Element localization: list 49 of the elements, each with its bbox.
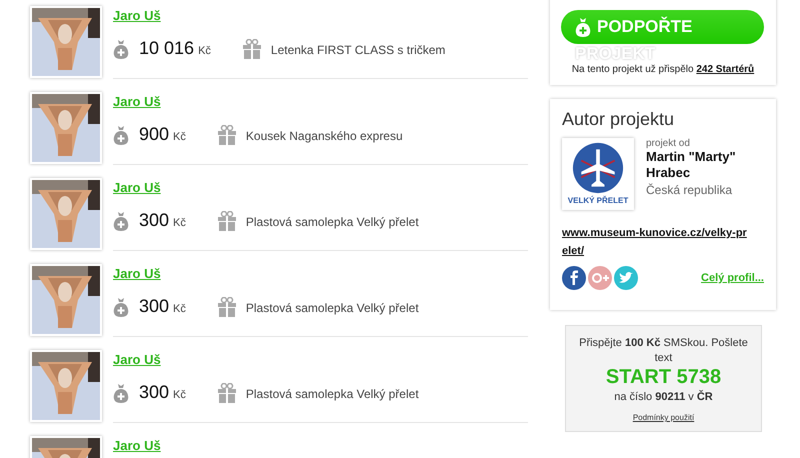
- currency-label: Kč: [173, 216, 186, 228]
- reward-text: Kousek Naganského expresu: [246, 129, 403, 143]
- support-button[interactable]: PODPOŘTE: [561, 10, 764, 44]
- pledge-amount: 10 016: [139, 38, 194, 59]
- author-name: Martin "Marty" Hrabec: [646, 149, 737, 181]
- gift-icon: [218, 382, 236, 402]
- reward-text: Plastová samolepka Velký přelet: [246, 387, 419, 401]
- pledge-amount: 300: [139, 296, 170, 317]
- twitter-icon[interactable]: [614, 266, 638, 290]
- facebook-icon[interactable]: [562, 266, 586, 290]
- pledge-amount: 900: [139, 124, 170, 145]
- reward-text: Letenka FIRST CLASS s tričkem: [270, 43, 446, 57]
- sms-instructions: Přispějte 100 Kč SMSkou. Pošlete text: [578, 336, 749, 366]
- sms-code: START 5738: [604, 366, 722, 389]
- full-profile-link[interactable]: Celý profil...: [701, 272, 764, 284]
- website-link[interactable]: www.museum-kunovice.cz/velky-prelet/: [562, 224, 752, 260]
- panel-heading: Autor projektu: [562, 109, 676, 130]
- backers-note: Na tento projekt už přispělo: [572, 64, 694, 75]
- backer-name-link[interactable]: Jaro Uš: [113, 180, 161, 195]
- gift-icon: [242, 38, 261, 58]
- backer-name-link[interactable]: Jaro Uš: [113, 352, 161, 367]
- gift-icon: [218, 124, 236, 144]
- byline-label: projekt od: [646, 138, 691, 149]
- pledge-amount: 300: [139, 382, 170, 403]
- backer-name-link[interactable]: Jaro Uš: [113, 266, 161, 281]
- backer-name-link[interactable]: Jaro Uš: [113, 438, 161, 453]
- sms-number: na číslo 90211 v ČR: [613, 391, 714, 403]
- money-bag-icon: [113, 124, 129, 144]
- money-bag-icon: [113, 296, 129, 316]
- backer-name-link[interactable]: Jaro Uš: [113, 8, 161, 23]
- airplane-logo-icon: [572, 142, 624, 194]
- currency-label: Kč: [173, 302, 186, 314]
- backers-link[interactable]: 242 Startérů: [696, 64, 754, 75]
- money-bag-icon: [113, 210, 129, 230]
- money-bag-icon: [575, 17, 591, 37]
- gift-icon: [218, 210, 236, 230]
- money-bag-icon: [113, 38, 129, 58]
- money-bag-icon: [113, 382, 129, 402]
- reward-text: Plastová samolepka Velký přelet: [246, 301, 419, 315]
- pledge-amount: 300: [139, 210, 170, 231]
- backer-name-link[interactable]: Jaro Uš: [113, 94, 161, 109]
- currency-label: Kč: [173, 130, 186, 142]
- currency-label: Kč: [173, 388, 186, 400]
- gift-icon: [218, 296, 236, 316]
- currency-label: Kč: [198, 44, 211, 56]
- reward-text: Plastová samolepka Velký přelet: [246, 215, 419, 229]
- logo-text: VELKÝ PŘELET: [568, 196, 628, 205]
- author-country: Česká republika: [646, 183, 734, 197]
- terms-link[interactable]: Podmínky použití: [632, 413, 694, 422]
